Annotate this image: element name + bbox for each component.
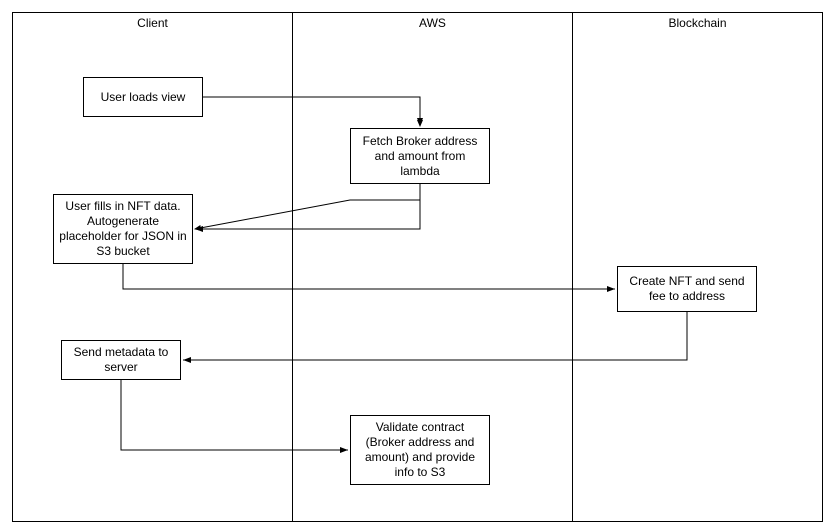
node-validate: Validate contract (Broker address and am… <box>350 415 490 485</box>
node-create-nft: Create NFT and send fee to address <box>617 266 757 312</box>
node-label: Validate contract (Broker address and am… <box>355 420 485 480</box>
node-label: User loads view <box>101 90 186 105</box>
node-load-view: User loads view <box>83 77 203 117</box>
node-fetch-broker: Fetch Broker address and amount from lam… <box>350 128 490 184</box>
node-label: Send metadata to server <box>66 345 176 375</box>
node-send-metadata: Send metadata to server <box>61 340 181 380</box>
node-label: Create NFT and send fee to address <box>622 274 752 304</box>
node-label: User fills in NFT data. Autogenerate pla… <box>58 199 188 259</box>
node-fill-nft: User fills in NFT data. Autogenerate pla… <box>53 194 193 264</box>
lane-header-aws: AWS <box>293 13 572 34</box>
lane-header-blockchain: Blockchain <box>573 13 822 34</box>
lane-header-client: Client <box>13 13 292 34</box>
node-label: Fetch Broker address and amount from lam… <box>355 134 485 179</box>
swimlane-diagram: Client AWS Blockchain User loads view Fe… <box>0 0 831 531</box>
